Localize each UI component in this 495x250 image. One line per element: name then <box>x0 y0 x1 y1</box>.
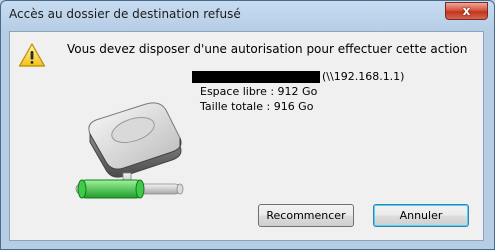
total-size-text: Taille totale : 916 Go <box>200 100 314 113</box>
dialog-window: Accès au dossier de destination refusé x… <box>0 0 495 250</box>
cancel-button[interactable]: Annuler <box>373 204 469 227</box>
retry-button[interactable]: Recommencer <box>258 204 354 227</box>
destination-path: (\\192.168.1.1) <box>192 70 404 84</box>
permission-message: Vous devez disposer d'une autorisation p… <box>67 42 468 56</box>
redacted-path <box>192 71 320 83</box>
drive-info: Espace libre : 912 Go Taille totale : 91… <box>200 84 317 114</box>
cancel-button-label: Annuler <box>399 209 443 222</box>
network-drive-icon <box>75 102 184 199</box>
close-button[interactable]: x <box>445 2 488 20</box>
title-bar[interactable]: Accès au dossier de destination refusé x <box>1 1 494 31</box>
close-icon: x <box>462 4 471 18</box>
free-space-text: Espace libre : 912 Go <box>200 85 318 98</box>
window-title: Accès au dossier de destination refusé <box>9 7 241 21</box>
dialog-client-area: Vous devez disposer d'une autorisation p… <box>9 31 484 241</box>
warning-icon <box>18 43 46 67</box>
retry-button-label: Recommencer <box>266 209 346 222</box>
path-suffix: (\\192.168.1.1) <box>322 70 405 83</box>
